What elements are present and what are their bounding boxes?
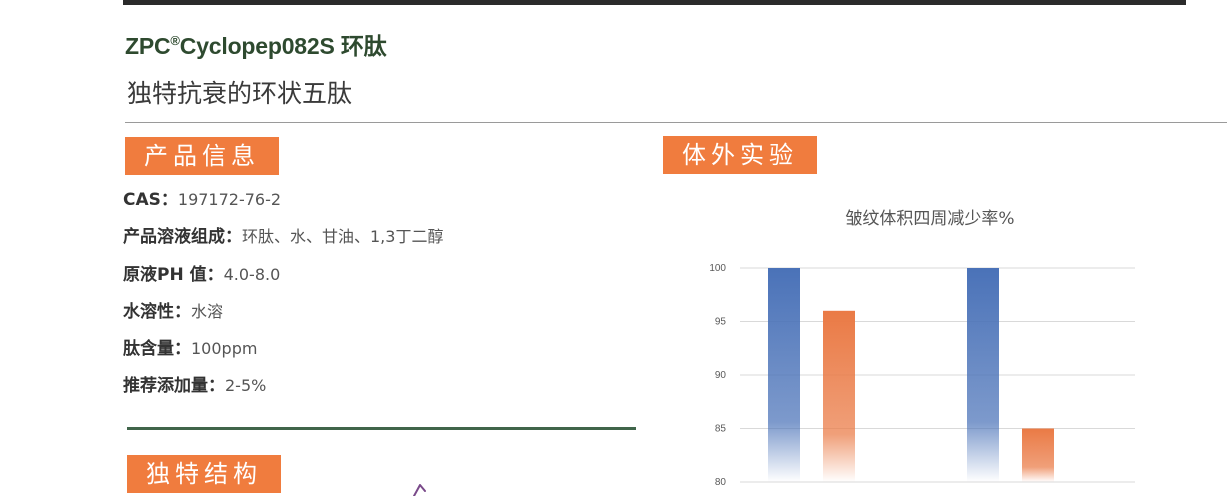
info-row-dosage: 推荐添加量：2-5% [123, 373, 443, 410]
info-label: 产品溶液组成： [123, 227, 242, 248]
bar-series2-cat1 [823, 310, 855, 482]
section-label-structure: 独特结构 [127, 455, 281, 493]
section-divider [127, 427, 636, 430]
info-value: 2-5% [225, 376, 267, 396]
info-row-cas: CAS：197172-76-2 [123, 187, 443, 224]
header-divider [125, 122, 1227, 123]
top-bar [123, 0, 1186, 5]
product-title-prefix: ZPC [125, 33, 171, 59]
info-row-ph: 原液PH 值：4.0-8.0 [123, 262, 443, 299]
info-value: 4.0-8.0 [223, 264, 281, 284]
info-row-composition: 产品溶液组成：环肽、水、甘油、1,3丁二醇 [123, 224, 443, 261]
section-label-product-info: 产品信息 [125, 137, 279, 175]
section-label-in-vitro: 体外实验 [663, 136, 817, 174]
registered-mark: ® [170, 33, 180, 48]
product-subtitle: 独特抗衰的环状五肽 [127, 79, 353, 108]
y-tick-label: 100 [709, 263, 726, 274]
info-value: 水溶 [191, 301, 224, 321]
chart-title: 皱纹体积四周减少率% [845, 209, 1015, 229]
bar-series2-cat2 [1022, 428, 1054, 482]
info-label: 原液PH 值： [123, 264, 224, 285]
y-tick-label: 85 [715, 424, 727, 435]
info-row-peptide-content: 肽含量：100ppm [123, 336, 443, 373]
product-title-suffix: Cyclopep082S 环肽 [179, 33, 387, 59]
info-row-solubility: 水溶性：水溶 [123, 299, 443, 336]
structure-diagram-fragment [413, 484, 426, 496]
info-label: 推荐添加量： [123, 376, 225, 397]
info-value: 100ppm [191, 339, 258, 359]
bar-chart: 80 85 90 95 100 [709, 263, 1135, 488]
bar-series1-cat2 [967, 268, 999, 482]
y-tick-label: 95 [715, 317, 727, 328]
y-tick-label: 90 [715, 370, 727, 381]
product-info-list: CAS：197172-76-2 产品溶液组成：环肽、水、甘油、1,3丁二醇 原液… [123, 187, 443, 411]
product-title: ZPC®Cyclopep082S 环肽 [125, 27, 387, 61]
bar-series1-cat1 [768, 268, 800, 482]
y-tick-label: 80 [715, 477, 727, 488]
info-label: CAS： [123, 190, 178, 210]
info-value: 197172-76-2 [177, 190, 282, 209]
info-label: 肽含量： [123, 339, 191, 360]
info-value: 环肽、水、甘油、1,3丁二醇 [242, 227, 444, 247]
info-label: 水溶性： [123, 301, 191, 322]
